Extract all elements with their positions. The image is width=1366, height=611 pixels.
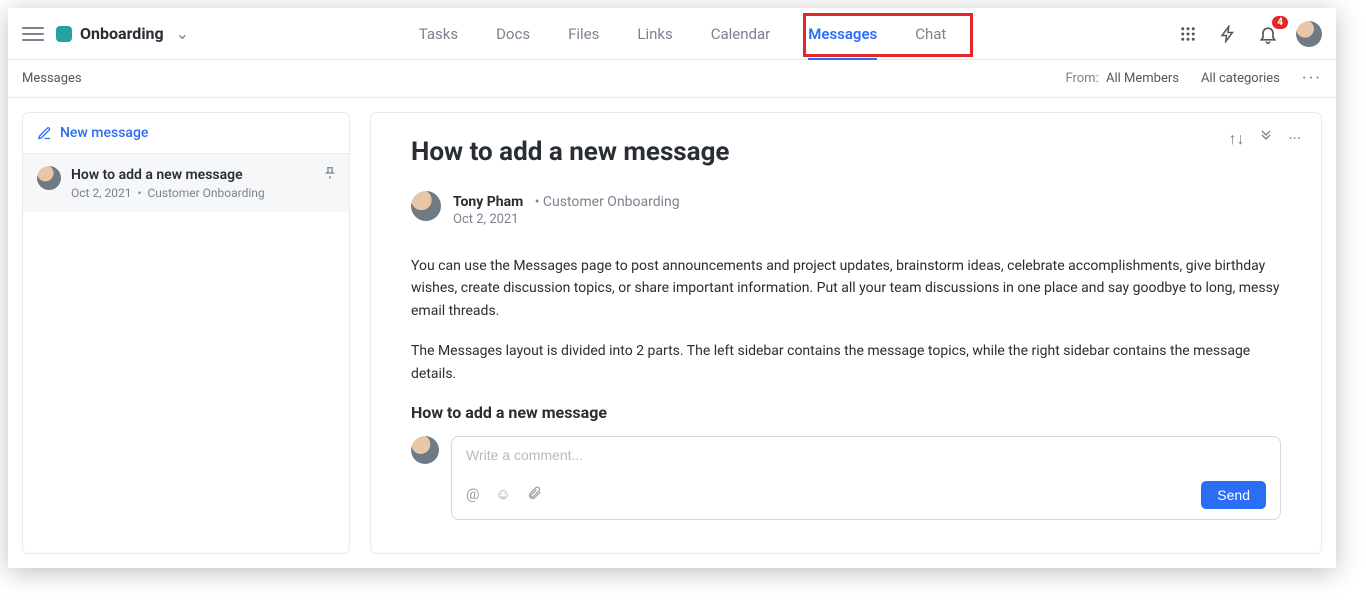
- menu-toggle[interactable]: [22, 23, 44, 45]
- tab-calendar[interactable]: Calendar: [711, 8, 771, 59]
- tab-files[interactable]: Files: [568, 8, 599, 59]
- panel-more-icon[interactable]: ···: [1288, 129, 1301, 149]
- filter-categories[interactable]: All categories: [1201, 71, 1280, 86]
- new-message-button[interactable]: New message: [23, 113, 349, 154]
- sort-icon[interactable]: ↑↓: [1228, 129, 1244, 149]
- tab-tasks[interactable]: Tasks: [419, 8, 458, 59]
- commenter-avatar: [411, 436, 439, 464]
- notifications-icon[interactable]: 4: [1256, 22, 1280, 46]
- tab-links[interactable]: Links: [637, 8, 672, 59]
- bolt-icon[interactable]: [1216, 22, 1240, 46]
- pin-icon[interactable]: [323, 166, 337, 184]
- tab-messages[interactable]: Messages: [808, 8, 877, 59]
- message-item-title: How to add a new message: [71, 166, 265, 184]
- comment-input[interactable]: [466, 447, 1266, 463]
- compose-icon: [37, 126, 52, 141]
- more-options-icon[interactable]: ···: [1302, 68, 1322, 89]
- breadcrumb: Messages: [22, 71, 1065, 86]
- message-item-meta: Oct 2, 2021 • Customer Onboarding: [71, 186, 265, 200]
- apps-grid-icon[interactable]: [1176, 22, 1200, 46]
- tab-chat[interactable]: Chat: [915, 8, 946, 59]
- send-button[interactable]: Send: [1201, 481, 1266, 509]
- chevron-down-icon: ⌄: [176, 24, 189, 43]
- message-panel: ↑↓ ··· How to add a new message Tony Pha…: [370, 112, 1322, 554]
- collapse-icon[interactable]: [1258, 129, 1274, 149]
- attachment-icon[interactable]: [527, 485, 542, 504]
- tab-docs[interactable]: Docs: [496, 8, 530, 59]
- filter-from[interactable]: From: All Members: [1065, 71, 1178, 86]
- message-date: Oct 2, 2021: [453, 212, 680, 227]
- workspace-name: Onboarding: [80, 24, 164, 43]
- message-paragraph: You can use the Messages page to post an…: [411, 255, 1281, 322]
- notification-badge: 4: [1272, 16, 1288, 29]
- avatar: [37, 166, 61, 190]
- message-paragraph: The Messages layout is divided into 2 pa…: [411, 340, 1281, 385]
- message-list-item[interactable]: How to add a new message Oct 2, 2021 • C…: [23, 154, 349, 212]
- author-folder: • Customer Onboarding: [531, 194, 679, 210]
- filter-from-label: From:: [1065, 71, 1098, 86]
- workspace-color-swatch: [56, 26, 72, 42]
- messages-sidebar: New message How to add a new message Oct…: [22, 112, 350, 554]
- main-tabs: Tasks Docs Files Links Calendar Messages…: [189, 8, 1176, 59]
- workspace-selector[interactable]: Onboarding ⌄: [56, 24, 189, 43]
- new-message-label: New message: [60, 125, 148, 141]
- comment-box[interactable]: @ ☺ Send: [451, 436, 1281, 520]
- message-title: How to add a new message: [411, 137, 1281, 167]
- filter-from-value: All Members: [1106, 71, 1179, 86]
- message-subheading: How to add a new message: [411, 403, 1281, 422]
- author-name: Tony Pham: [453, 194, 523, 210]
- author-avatar[interactable]: [411, 191, 441, 221]
- emoji-icon[interactable]: ☺: [495, 485, 510, 504]
- user-avatar[interactable]: [1296, 21, 1322, 47]
- message-body: You can use the Messages page to post an…: [411, 255, 1281, 422]
- mention-icon[interactable]: @: [466, 485, 479, 504]
